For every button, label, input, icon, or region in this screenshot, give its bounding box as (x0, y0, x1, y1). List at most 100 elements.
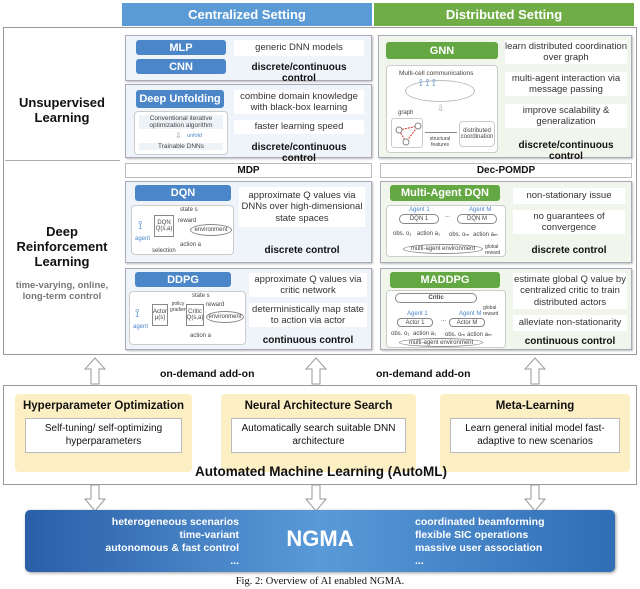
state-label: state s (180, 207, 198, 213)
antenna-icon: ⟟ ⟟ ⟟ (419, 78, 436, 89)
gnn-note-1: learn distributed coordination over grap… (505, 40, 627, 64)
maddpg-note-2: alleviate non-stationarity (513, 315, 627, 331)
du-note-2: faster learning speed (234, 120, 364, 134)
cell-ellipses (405, 80, 475, 102)
environment-box: multi-agent environment (399, 338, 483, 347)
critic-box: Critic Q(s,a) (186, 304, 204, 326)
item-title: Meta-Learning (495, 400, 575, 412)
algorithm-label: Conventional iterative optimization algo… (139, 115, 223, 129)
maddpg-diagram: Critic global reward Agent 1 Agent M Act… (386, 290, 506, 348)
control-type: discrete/continuous control (251, 62, 347, 84)
action-label: action a (190, 333, 212, 339)
ddpg-label: DDPG (135, 272, 231, 287)
control-type: discrete control (264, 245, 340, 256)
dnn-label: Trainable DNNs (139, 143, 223, 150)
application-item: coordinated beamforming (415, 516, 545, 528)
application-item: ... (415, 555, 424, 567)
environment-box: environment (190, 224, 232, 236)
challenge-item: ... (230, 555, 239, 567)
item-note: Automatically search suitable DNN archit… (231, 418, 406, 453)
maddpg-note-1: estimate global Q value by centralized c… (513, 273, 627, 309)
deep-unfolding-label: Deep Unfolding (136, 90, 224, 108)
application-item: massive user association (415, 542, 543, 554)
unsupervised-learning-label: Unsupervised Learning (19, 95, 105, 125)
global-reward-label: global reward (485, 244, 501, 256)
automl-frame: Hyperparameter Optimization Self-tuning/… (3, 385, 637, 485)
ngma-applications: coordinated beamforming flexible SIC ope… (415, 516, 605, 568)
down-arrow-icon: ⇩ (175, 131, 182, 140)
down-arrow-icon: ⇩ (437, 103, 445, 113)
dqn1-box: DQN 1 (399, 214, 439, 224)
dqnm-box: DQN M (457, 214, 497, 224)
actionm-label: action aₘ (473, 232, 498, 238)
maddpg-panel: MADDPG Critic global reward Agent 1 Agen… (380, 268, 632, 350)
item-note: Learn general initial model fast-adaptiv… (450, 418, 620, 453)
deep-unfolding-diagram: Conventional iterative optimization algo… (134, 111, 228, 155)
actorm-box: Actor M (449, 318, 485, 327)
selection-label: selection (152, 248, 176, 254)
down-arrow-icon (524, 484, 546, 512)
obsm-label: obs. oₘ (445, 332, 466, 338)
agent-label: agent (135, 236, 151, 242)
obsm-label: obs. oₘ (449, 232, 470, 238)
centralized-setting-header: Centralized Setting (122, 3, 372, 26)
deep-unfolding-panel: Deep Unfolding Conventional iterative op… (125, 84, 372, 164)
drl-subtitle: time-varying, online, long-term control (15, 280, 109, 302)
up-arrow-icon (305, 357, 327, 385)
down-arrow-icon (305, 484, 327, 512)
meta-learning-box: Meta-Learning Learn general initial mode… (440, 394, 630, 472)
agent1-label: Agent 1 (407, 311, 428, 317)
actor1-box: Actor 1 (397, 318, 433, 327)
arrow-line (425, 132, 457, 133)
agentm-label: Agent M (469, 207, 492, 213)
structural-features-label: structural features (429, 136, 451, 148)
madqn-note-1: non-stationary issue (513, 188, 625, 204)
environment-box: environment (206, 311, 244, 323)
item-note: Self-tuning/ self-optimizing hyperparame… (25, 418, 182, 453)
dec-pomdp-header: Dec-POMDP (380, 163, 632, 178)
madqn-note-2: no guarantees of convergence (513, 210, 625, 234)
graph-box: graph (391, 110, 423, 148)
ellipsis: ... (445, 213, 451, 219)
dqn-diagram: ⟟ agent state s DQN Q(s,a) reward enviro… (131, 205, 234, 255)
ngma-bar: heterogeneous scenarios time-variant aut… (25, 510, 615, 572)
state-label: state s (192, 293, 210, 299)
maddpg-label: MADDPG (390, 272, 500, 288)
gnn-diagram: Multi-cell communications ⟟ ⟟ ⟟ ⇩ graph … (386, 65, 498, 153)
global-reward-label: global reward (483, 305, 499, 317)
unfold-label: unfold (187, 133, 202, 139)
application-item: flexible SIC operations (415, 529, 529, 541)
agent-icon: ⟟ (135, 306, 140, 320)
dqn-panel: DQN ⟟ agent state s DQN Q(s,a) reward en… (125, 181, 372, 263)
du-note-1: combine domain knowledge with black-box … (234, 90, 364, 114)
agent-label: agent (133, 324, 149, 330)
control-type: continuous control (524, 336, 616, 347)
actor-box: Actor μ(s) (152, 304, 168, 326)
ddpg-note-2: deterministically map state to action vi… (249, 303, 367, 327)
mdp-header: MDP (125, 163, 372, 178)
mlp-note: generic DNN models (234, 40, 364, 56)
dqn-box: DQN Q(s,a) (154, 215, 174, 237)
ddpg-panel: DDPG ⟟ agent state s Actor μ(s) policy g… (125, 268, 372, 350)
control-type: discrete/continuous control (518, 140, 614, 162)
multi-agent-dqn-label: Multi-Agent DQN (390, 185, 500, 201)
actionm-label: action aₘ (467, 332, 492, 338)
critic-box: Critic (395, 293, 477, 303)
multi-agent-dqn-panel: Multi-Agent DQN Agent 1 Agent M DQN 1 ..… (380, 181, 632, 263)
agent-icon: ⟟ (138, 218, 143, 232)
control-type: discrete/continuous control (251, 142, 347, 164)
control-type: discrete control (531, 245, 607, 256)
reward-label: reward (178, 218, 197, 224)
mlp-label: MLP (136, 40, 226, 55)
down-arrow-icon (84, 484, 106, 512)
obs1-label: obs. o₁ (393, 231, 412, 237)
cnn-label: CNN (136, 59, 226, 74)
item-title: Hyperparameter Optimization (22, 400, 185, 412)
environment-box: multi-agent environment (403, 244, 483, 254)
up-arrow-icon (524, 357, 546, 385)
automl-title: Automated Machine Learning (AutoML) (195, 464, 447, 479)
gnn-note-3: improve scalability & generalization (505, 104, 627, 128)
gnn-note-2: multi-agent interaction via message pass… (505, 72, 627, 96)
ellipsis: ... (441, 317, 447, 323)
multicell-label: Multi-cell communications (399, 70, 474, 77)
